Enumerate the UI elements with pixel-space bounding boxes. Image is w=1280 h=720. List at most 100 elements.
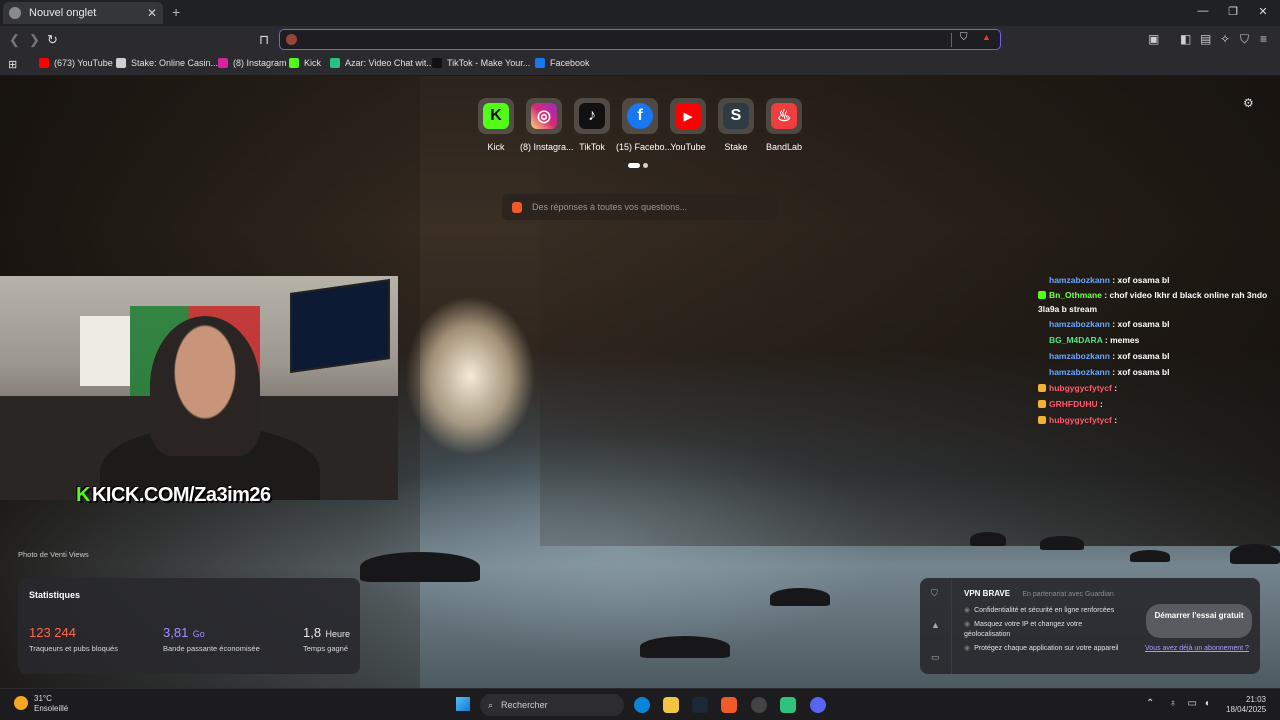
top-site-youtube[interactable]: ▶ YouTube xyxy=(664,98,712,152)
tab-close-icon[interactable]: ✕ xyxy=(147,6,157,20)
tab-new-tab[interactable]: Nouvel onglet ✕ xyxy=(3,2,163,24)
background-rock xyxy=(360,552,480,582)
chevron-up-icon[interactable]: ⌃ xyxy=(1146,698,1154,709)
forward-icon[interactable]: ❯ xyxy=(29,32,40,48)
sun-icon xyxy=(14,696,28,710)
vpn-feature: ◉ Masquez votre IP et changez votre géolo… xyxy=(964,620,1114,640)
system-tray[interactable]: ⌃ ♁ ▭ ◖ xyxy=(1146,698,1210,709)
bookmark-facebook[interactable]: Facebook xyxy=(535,58,590,68)
windows-start-icon[interactable] xyxy=(456,697,470,711)
chat-text: xof osama bl xyxy=(1117,319,1170,329)
chat-badge-icon xyxy=(1038,384,1046,392)
menu-icon[interactable]: ≡ xyxy=(1260,32,1267,46)
leo-ai-icon[interactable]: ✧ xyxy=(1220,32,1230,46)
top-sites-page-indicator-active[interactable] xyxy=(628,163,640,168)
steam-icon[interactable] xyxy=(692,697,708,713)
rewards-triangle-icon[interactable]: ▲ xyxy=(931,620,940,630)
minimize-button[interactable]: — xyxy=(1193,5,1213,17)
network-icon[interactable]: ▭ xyxy=(1187,698,1196,709)
chat-text: memes xyxy=(1110,335,1140,345)
kick-channel-url: KICK.COM/Za3im26 xyxy=(91,484,271,506)
stream-chat-overlay: hamzabozkann : xof osama bl Bn_Othmane : … xyxy=(1038,272,1280,428)
title-bar: Nouvel onglet ✕ + — ❐ ✕ xyxy=(0,0,1280,26)
bookmark-tiktok[interactable]: TikTok - Make Your... xyxy=(432,58,530,68)
top-site-label: (15) Facebo... xyxy=(616,142,673,152)
bandlab-icon: ♨ xyxy=(771,103,797,129)
chat-message: hamzabozkann : xof osama bl xyxy=(1038,348,1280,364)
search-box[interactable]: Des réponses à toutes vos questions... xyxy=(502,194,778,220)
webcam-tv xyxy=(290,278,390,374)
top-site-tile: ♨ xyxy=(766,98,802,134)
background-rock xyxy=(970,532,1006,546)
taskbar-search[interactable]: ⌕ Rechercher xyxy=(480,694,624,716)
top-site-instagram[interactable]: ◎ (8) Instagra... xyxy=(520,98,574,152)
top-sites-page-indicator[interactable] xyxy=(643,163,648,168)
crypto-wallet-icon[interactable]: ▤ xyxy=(1200,32,1211,46)
file-explorer-icon[interactable] xyxy=(663,697,679,713)
gear-icon[interactable]: ⚙ xyxy=(1243,96,1254,110)
chat-separator: : xyxy=(1097,399,1103,409)
window-close-button[interactable]: ✕ xyxy=(1253,5,1273,18)
brave-icon[interactable] xyxy=(721,697,737,713)
bookmark-label: Azar: Video Chat wit... xyxy=(345,58,434,68)
chat-badge-icon xyxy=(1038,291,1046,299)
sidebar-icon[interactable]: ◧ xyxy=(1180,32,1191,46)
chat-username: hubgygycfytycf xyxy=(1049,383,1112,393)
maximize-button[interactable]: ❐ xyxy=(1223,5,1243,18)
bookmark-instagram[interactable]: (8) Instagram xyxy=(218,58,287,68)
cards-icon[interactable]: ▭ xyxy=(931,652,940,663)
bookmark-label: Kick xyxy=(304,58,322,68)
bookmark-stake[interactable]: Stake: Online Casin... xyxy=(116,58,218,68)
bookmark-label: Facebook xyxy=(550,58,590,68)
weather-temp: 31°C xyxy=(34,694,52,703)
stat-time-desc: Temps gagné xyxy=(303,644,349,653)
top-site-facebook[interactable]: f (15) Facebo... xyxy=(616,98,673,152)
microphone-icon[interactable]: ♁ xyxy=(1169,698,1177,709)
top-site-kick[interactable]: K Kick xyxy=(472,98,520,152)
app-icon[interactable] xyxy=(780,697,796,713)
obs-icon[interactable] xyxy=(751,697,767,713)
bookmark-icon[interactable]: ⊓ xyxy=(259,32,269,48)
brave-rewards-icon[interactable]: ▲ xyxy=(982,32,991,42)
top-site-tiktok[interactable]: ♪ TikTok xyxy=(568,98,616,152)
vpn-feature-text: Masquez votre IP et changez votre géoloc… xyxy=(964,621,1083,638)
address-bar[interactable]: ⛉ ▲ xyxy=(279,29,1001,50)
discord-icon[interactable] xyxy=(810,697,826,713)
new-tab-button[interactable]: + xyxy=(172,4,180,20)
volume-icon[interactable]: ◖ xyxy=(1204,698,1210,709)
check-icon: ◉ xyxy=(964,645,971,652)
check-icon: ◉ xyxy=(964,621,971,628)
apps-grid-icon[interactable]: ⊞ xyxy=(8,58,17,71)
top-site-bandlab[interactable]: ♨ BandLab xyxy=(760,98,808,152)
vpn-existing-subscription-link[interactable]: Vous avez déjà un abonnement ? xyxy=(1145,644,1249,654)
toolbar: ❮ ❯ ↻ ⊓ ⛉ ▲ ▣ ◧ ▤ ✧ ⛉ ≡ xyxy=(0,26,1280,54)
brave-shields-icon[interactable]: ⛉ xyxy=(960,32,968,43)
wallet-icon[interactable]: ▣ xyxy=(1148,32,1159,46)
instagram-icon xyxy=(218,58,228,68)
reload-icon[interactable]: ↻ xyxy=(47,32,58,48)
site-info-icon[interactable] xyxy=(286,34,297,45)
chat-separator: : xyxy=(1109,275,1118,285)
stake-icon: S xyxy=(723,103,749,129)
photo-credit[interactable]: Photo de Venti Views xyxy=(18,550,89,559)
vpn-start-trial-button[interactable]: Démarrer l'essai gratuit xyxy=(1146,604,1252,638)
background-rock xyxy=(770,588,830,606)
bookmark-kick[interactable]: Kick xyxy=(289,58,321,68)
system-clock[interactable]: 21:03 18/04/2025 xyxy=(1226,695,1266,715)
vpn-partner: En partenariat avec Guardian xyxy=(1022,591,1114,598)
top-site-tile: f xyxy=(622,98,658,134)
bookmark-azar[interactable]: Azar: Video Chat wit... xyxy=(330,58,434,68)
stat-time-value: 1,8 xyxy=(303,625,322,640)
top-site-stake[interactable]: S Stake xyxy=(712,98,760,152)
kick-icon xyxy=(289,58,299,68)
weather-widget[interactable]: 31°C Ensoleillé xyxy=(14,694,68,714)
vpn-shield-icon[interactable]: ⛉ xyxy=(931,588,938,599)
chat-badge-icon xyxy=(1038,400,1046,408)
back-icon[interactable]: ❮ xyxy=(9,32,20,48)
bookmark-youtube[interactable]: (673) YouTube xyxy=(39,58,113,68)
chat-username: hamzabozkann xyxy=(1049,275,1110,285)
vpn-icon[interactable]: ⛉ xyxy=(1240,32,1249,47)
edge-icon[interactable] xyxy=(634,697,650,713)
chat-badge-icon xyxy=(1038,320,1046,328)
chat-message: hubgygycfytycf : xyxy=(1038,412,1280,428)
